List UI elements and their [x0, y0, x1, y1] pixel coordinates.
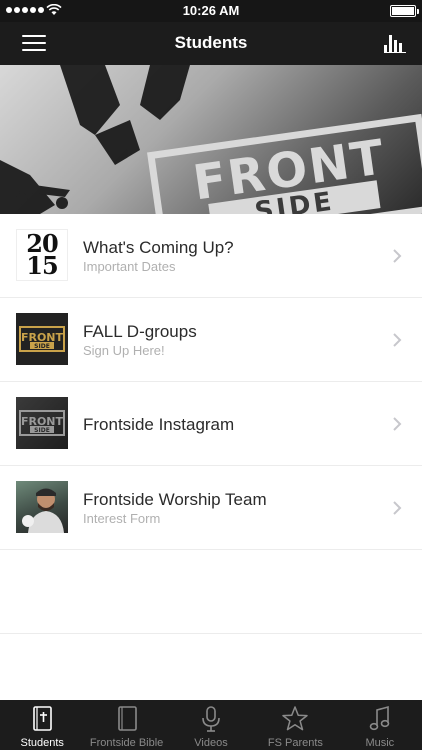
- tab-bar: Students Frontside Bible Videos FS Paren…: [0, 700, 422, 750]
- chevron-right-icon: [393, 417, 402, 431]
- battery-icon: [390, 5, 419, 17]
- nav-bar: Students: [0, 22, 422, 65]
- list-item-frontside-instagram[interactable]: FRONT SIDE Frontside Instagram: [0, 382, 422, 466]
- status-bar: 10:26 AM: [0, 0, 422, 22]
- chevron-right-icon: [393, 501, 402, 515]
- list-item-title: What's Coming Up?: [83, 238, 234, 257]
- tab-label: Students: [20, 737, 64, 749]
- tab-students[interactable]: Students: [0, 700, 84, 750]
- content-list: 20 15 What's Coming Up? Important Dates …: [0, 214, 422, 634]
- list-item-subtitle: Important Dates: [83, 259, 176, 274]
- frontside-gold-logo-thumbnail: FRONT SIDE: [16, 313, 68, 365]
- list-item-fall-d-groups[interactable]: FRONT SIDE FALL D-groups Sign Up Here!: [0, 298, 422, 382]
- tab-label: Videos: [194, 737, 228, 749]
- list-item-subtitle: Interest Form: [83, 511, 161, 526]
- frontside-gray-logo-thumbnail: FRONT SIDE: [16, 397, 68, 449]
- tab-label: Frontside Bible: [89, 737, 164, 749]
- hamburger-menu-icon[interactable]: [22, 35, 46, 53]
- list-item-whats-coming-up[interactable]: 20 15 What's Coming Up? Important Dates: [0, 214, 422, 298]
- empty-list-row: [0, 550, 422, 634]
- thumb-year-bottom: 15: [26, 251, 58, 280]
- list-item-title: Frontside Instagram: [83, 414, 235, 434]
- music-note-icon: [369, 705, 390, 731]
- chevron-right-icon: [393, 333, 402, 347]
- tab-fs-parents[interactable]: FS Parents: [253, 700, 337, 750]
- hero-banner[interactable]: FRONT SIDE: [0, 65, 422, 214]
- status-time: 10:26 AM: [182, 3, 240, 18]
- bar-chart-icon[interactable]: [384, 33, 406, 53]
- thumb-logo-side: SIDE: [34, 427, 50, 434]
- tab-frontside-bible[interactable]: Frontside Bible: [84, 700, 168, 750]
- list-item-worship-team[interactable]: Frontside Worship Team Interest Form: [0, 466, 422, 550]
- star-icon: [282, 706, 309, 731]
- list-item-title: FALL D-groups: [83, 322, 197, 341]
- list-item-title: Frontside Worship Team: [83, 490, 267, 509]
- tab-music[interactable]: Music: [338, 700, 422, 750]
- tab-label: Music: [365, 737, 395, 749]
- microphone-icon: [202, 706, 220, 732]
- hero-image: FRONT SIDE: [0, 65, 422, 214]
- chevron-right-icon: [393, 249, 402, 263]
- list-item-subtitle: Sign Up Here!: [83, 343, 165, 358]
- bible-cross-icon: [33, 706, 53, 731]
- thumb-logo-side: SIDE: [34, 343, 50, 350]
- tab-label: FS Parents: [267, 737, 323, 749]
- tab-videos[interactable]: Videos: [169, 700, 253, 750]
- page-title: Students: [174, 33, 248, 52]
- worship-leader-photo-thumbnail: [16, 481, 68, 533]
- calendar-2015-thumbnail: 20 15: [16, 229, 68, 281]
- book-icon: [117, 706, 137, 731]
